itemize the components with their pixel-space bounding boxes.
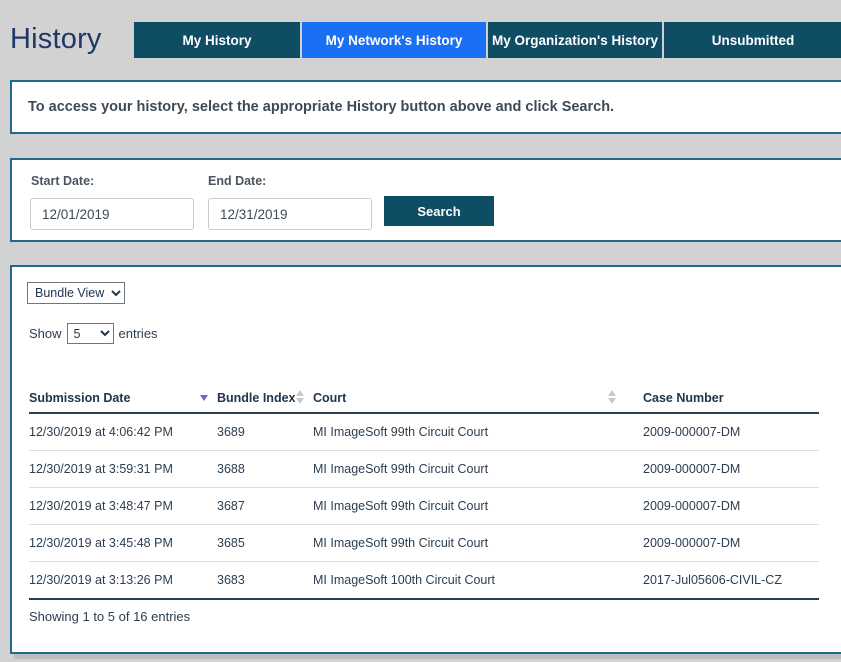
cell-bundle-index: 3689 — [217, 413, 313, 451]
table-row[interactable]: 12/30/2019 at 3:13:26 PM 3683 MI ImageSoft… — [29, 561, 819, 600]
history-table-head: Submission Date Bundle Index Court Case … — [29, 357, 819, 414]
cell-submission-date: 12/30/2019 at 3:13:26 PM — [29, 561, 217, 600]
end-date-label: End Date: — [208, 174, 267, 188]
column-header-case-number[interactable]: Case Number — [643, 357, 819, 414]
cell-case-number: 2009-000007-DM — [643, 413, 819, 451]
info-banner-message: To access your history, select the appro… — [28, 99, 615, 115]
cell-bundle-index: 3688 — [217, 450, 313, 488]
tab-unsubmitted-label: Unsubmitted — [711, 32, 795, 48]
tab-unsubmitted[interactable]: Unsubmitted — [664, 22, 841, 58]
entries-per-page-select[interactable]: 5102550100 — [66, 323, 114, 344]
table-row[interactable]: 12/30/2019 at 4:06:42 PM 3689 MI ImageSoft… — [29, 413, 819, 451]
info-banner: To access your history, select the appro… — [10, 80, 841, 134]
column-header-submission-date[interactable]: Submission Date — [29, 357, 217, 414]
cell-bundle-index: 3685 — [217, 524, 313, 562]
history-table-body: 12/30/2019 at 4:06:42 PM 3689 MI ImageSoft… — [29, 413, 819, 600]
cell-submission-date: 12/30/2019 at 3:48:47 PM — [29, 487, 217, 525]
cell-submission-date: 12/30/2019 at 3:45:48 PM — [29, 524, 217, 562]
column-header-court[interactable]: Court — [313, 357, 643, 414]
tab-my-history[interactable]: My History — [134, 22, 302, 58]
page-title: History — [10, 23, 102, 55]
table-row[interactable]: 12/30/2019 at 3:45:48 PM 3685 MI ImageSoft… — [29, 524, 819, 562]
entries-length-control: Show 5102550100 entries — [29, 323, 158, 344]
start-date-input[interactable] — [30, 198, 194, 230]
table-row[interactable]: 12/30/2019 at 3:59:31 PM 3688 MI ImageSoft… — [29, 450, 819, 488]
history-page: History My History My Network's History … — [0, 0, 841, 662]
search-panel: Start Date: End Date: Search — [10, 158, 841, 242]
cell-submission-date: 12/30/2019 at 3:59:31 PM — [29, 450, 217, 488]
page-header: History My History My Network's History … — [0, 0, 841, 78]
table-info: Showing 1 to 5 of 16 entries — [29, 609, 191, 624]
cell-court: MI ImageSoft 99th Circuit Court — [313, 524, 643, 562]
page-bottom-shadow — [14, 654, 841, 659]
tab-my-history-label: My History — [182, 32, 252, 48]
results-panel: Bundle ViewFiling View Show 5102550100 e… — [10, 265, 841, 654]
cell-court: MI ImageSoft 99th Circuit Court — [313, 487, 643, 525]
tab-my-networks-history-label: My Network's History — [325, 32, 463, 48]
column-header-court-label: Court — [313, 391, 347, 405]
sort-both-icon[interactable] — [296, 390, 305, 404]
cell-submission-date: 12/30/2019 at 4:06:42 PM — [29, 413, 217, 451]
search-button[interactable]: Search — [384, 196, 494, 226]
cell-court: MI ImageSoft 99th Circuit Court — [313, 413, 643, 451]
tab-my-organizations-history[interactable]: My Organization's History — [488, 22, 664, 58]
history-table: Submission Date Bundle Index Court Case … — [29, 357, 819, 600]
column-header-case-number-label: Case Number — [643, 391, 724, 405]
cell-bundle-index: 3687 — [217, 487, 313, 525]
cell-court: MI ImageSoft 99th Circuit Court — [313, 450, 643, 488]
cell-court: MI ImageSoft 100th Circuit Court — [313, 561, 643, 600]
cell-case-number: 2009-000007-DM — [643, 450, 819, 488]
history-tab-bar: My History My Network's History My Organ… — [134, 22, 841, 58]
end-date-input[interactable] — [208, 198, 372, 230]
history-table-container: Submission Date Bundle Index Court Case … — [29, 357, 819, 600]
cell-case-number: 2009-000007-DM — [643, 524, 819, 562]
show-entries-suffix: entries — [118, 326, 158, 341]
sort-both-icon[interactable] — [608, 390, 617, 404]
table-header-row: Submission Date Bundle Index Court Case … — [29, 357, 819, 414]
tab-my-networks-history[interactable]: My Network's History — [302, 22, 488, 58]
column-header-submission-date-label: Submission Date — [29, 391, 131, 405]
cell-case-number: 2009-000007-DM — [643, 487, 819, 525]
column-header-bundle-index[interactable]: Bundle Index — [217, 357, 313, 414]
cell-case-number: 2017-Jul05606-CIVIL-CZ — [643, 561, 819, 600]
tab-my-organizations-history-label: My Organization's History — [492, 32, 658, 48]
start-date-label: Start Date: — [31, 174, 95, 188]
view-mode-select[interactable]: Bundle ViewFiling View — [27, 282, 125, 304]
table-row[interactable]: 12/30/2019 at 3:48:47 PM 3687 MI ImageSoft… — [29, 487, 819, 525]
show-entries-prefix: Show — [29, 326, 62, 341]
sort-descending-icon[interactable] — [200, 390, 209, 404]
cell-bundle-index: 3683 — [217, 561, 313, 600]
